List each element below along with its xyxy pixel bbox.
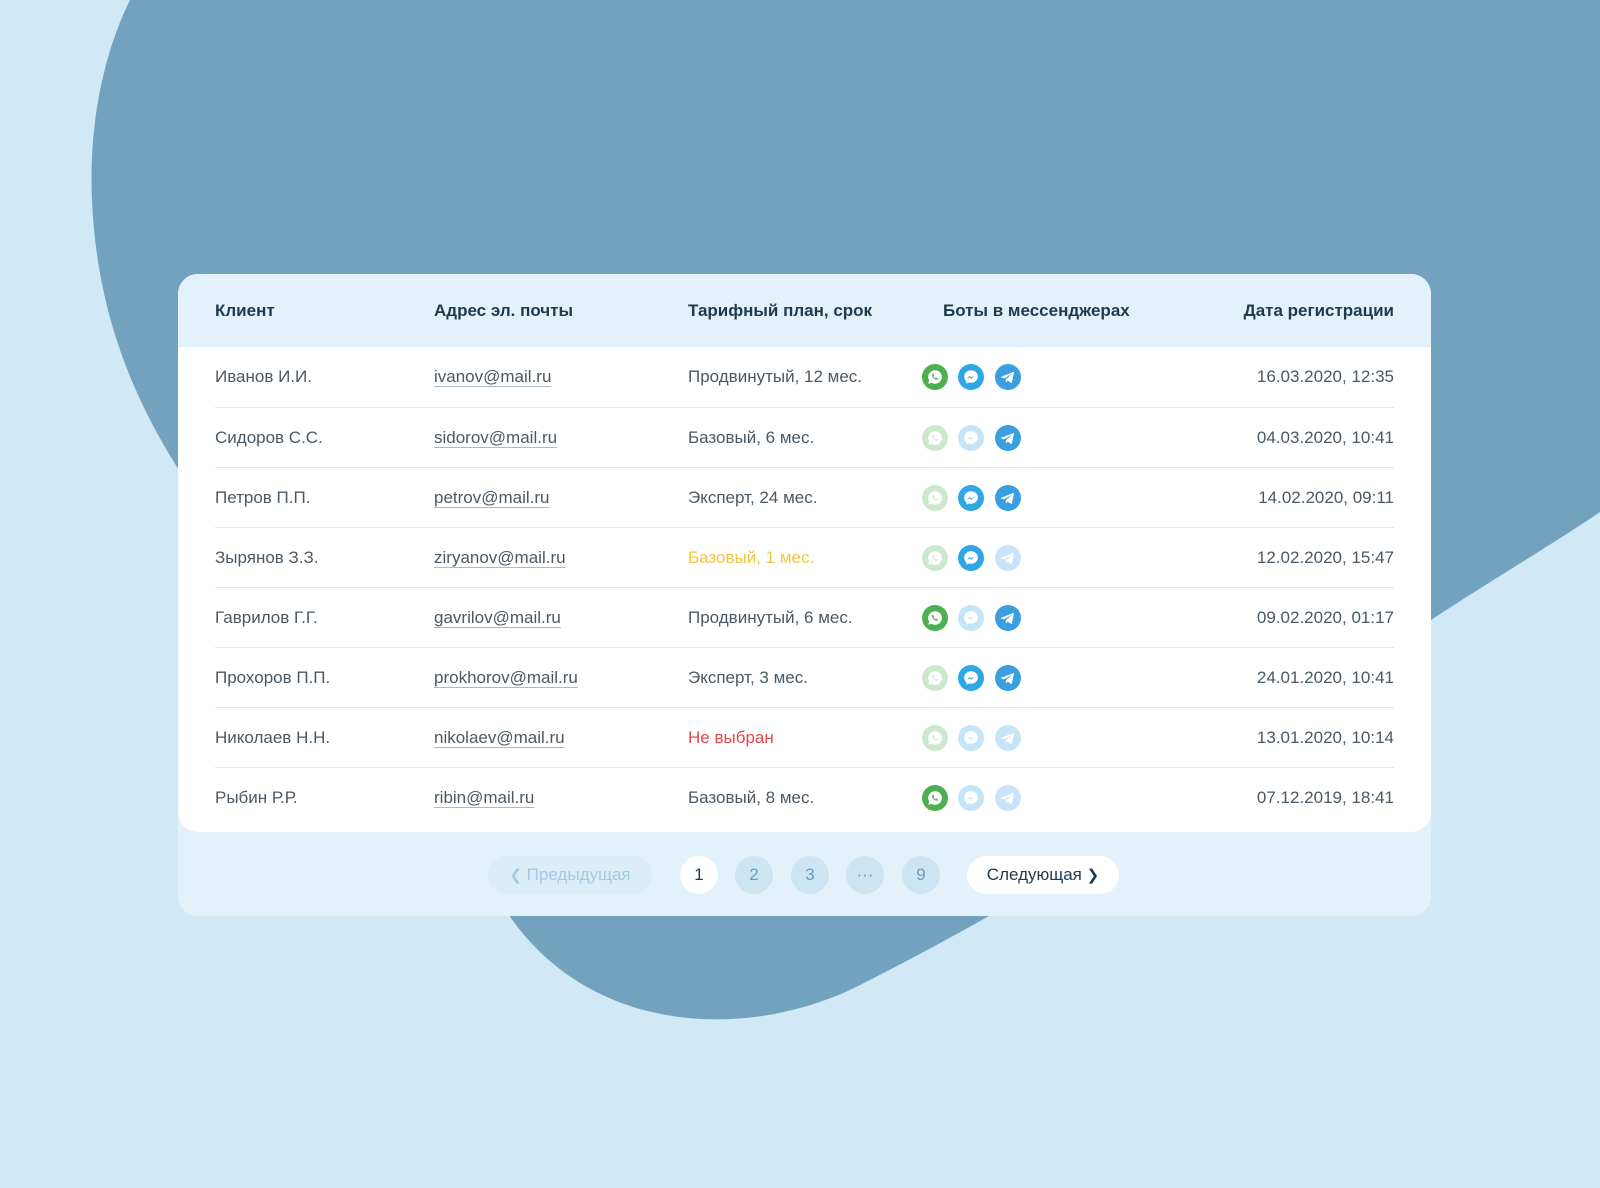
plan-text: Базовый, 8 мес. (688, 788, 815, 807)
clients-table: Клиент Адрес эл. почты Тарифный план, ср… (178, 274, 1431, 832)
whatsapp-icon[interactable] (922, 425, 948, 451)
client-email-link[interactable]: ziryanov@mail.ru (434, 548, 566, 568)
telegram-icon[interactable] (995, 545, 1021, 571)
plan-text: Базовый, 1 мес. (688, 548, 815, 567)
whatsapp-icon[interactable] (922, 665, 948, 691)
client-name: Иванов И.И. (215, 367, 312, 386)
registration-date: 14.02.2020, 09:11 (1258, 488, 1394, 507)
page-button-3[interactable]: 3 (791, 856, 829, 894)
table-row[interactable]: Николаев Н.Н. nikolaev@mail.ru Не выбран 13… (215, 707, 1394, 768)
header-bots[interactable]: Боты в мессенджерах (943, 301, 1130, 321)
registration-date: 13.01.2020, 10:14 (1256, 728, 1394, 747)
plan-text: Продвинутый, 6 мес. (688, 608, 853, 627)
client-name: Зырянов З.З. (215, 548, 319, 567)
table-header: Клиент Адрес эл. почты Тарифный план, ср… (178, 274, 1431, 347)
table-row[interactable]: Зырянов З.З. ziryanov@mail.ru Базовый, 1 м… (215, 527, 1394, 588)
whatsapp-icon[interactable] (922, 485, 948, 511)
header-email[interactable]: Адрес эл. почты (434, 301, 573, 321)
client-email-link[interactable]: prokhorov@mail.ru (434, 668, 578, 688)
telegram-icon[interactable] (995, 425, 1021, 451)
registration-date: 04.03.2020, 10:41 (1256, 428, 1394, 447)
header-plan[interactable]: Тарифный план, срок (688, 301, 872, 321)
telegram-icon[interactable] (995, 785, 1021, 811)
client-name: Петров П.П. (215, 488, 311, 507)
table-row[interactable]: Гаврилов Г.Г. gavrilov@mail.ru Продвинутый… (215, 587, 1394, 648)
chevron-right-icon: ❯ (1086, 867, 1100, 884)
header-date[interactable]: Дата регистрации (1244, 301, 1394, 321)
plan-text: Продвинутый, 12 мес. (688, 367, 863, 386)
header-client[interactable]: Клиент (215, 301, 275, 321)
prev-page-button[interactable]: ❮ Предыдущая (488, 856, 652, 894)
client-email-link[interactable]: nikolaev@mail.ru (434, 728, 565, 748)
table-row[interactable]: Иванов И.И. ivanov@mail.ru Продвинутый, 12… (215, 347, 1394, 407)
whatsapp-icon[interactable] (922, 725, 948, 751)
client-email-link[interactable]: ivanov@mail.ru (434, 367, 551, 387)
table-row[interactable]: Прохоров П.П. prokhorov@mail.ru Эксперт, 3… (215, 647, 1394, 708)
plan-text: Базовый, 6 мес. (688, 428, 815, 447)
page-button-9[interactable]: 9 (902, 856, 940, 894)
messenger-icon[interactable] (958, 785, 984, 811)
prev-page-label: Предыдущая (526, 865, 631, 884)
table-row[interactable]: Рыбин Р.Р. ribin@mail.ru Базовый, 8 мес. 07… (215, 767, 1394, 828)
chevron-left-icon: ❮ (509, 867, 522, 884)
client-email-link[interactable]: sidorov@mail.ru (434, 428, 557, 448)
messenger-icon[interactable] (958, 665, 984, 691)
next-page-label: Следующая (986, 865, 1082, 884)
messenger-icon[interactable] (958, 364, 984, 390)
page-button-2[interactable]: 2 (735, 856, 773, 894)
registration-date: 12.02.2020, 15:47 (1256, 548, 1394, 567)
whatsapp-icon[interactable] (922, 785, 948, 811)
telegram-icon[interactable] (995, 364, 1021, 390)
whatsapp-icon[interactable] (922, 605, 948, 631)
messenger-icon[interactable] (958, 605, 984, 631)
table-row[interactable]: Сидоров С.С. sidorov@mail.ru Базовый, 6 ме… (215, 407, 1394, 468)
client-name: Прохоров П.П. (215, 668, 331, 687)
messenger-icon[interactable] (958, 425, 984, 451)
client-email-link[interactable]: gavrilov@mail.ru (434, 608, 561, 628)
table-row[interactable]: Петров П.П. petrov@mail.ru Эксперт, 24 мес… (215, 467, 1394, 528)
client-name: Гаврилов Г.Г. (215, 608, 318, 627)
registration-date: 16.03.2020, 12:35 (1256, 367, 1394, 386)
registration-date: 07.12.2019, 18:41 (1256, 788, 1394, 807)
client-email-link[interactable]: petrov@mail.ru (434, 488, 550, 508)
plan-text: Не выбран (688, 728, 774, 747)
clients-table-card: Клиент Адрес эл. почты Тарифный план, ср… (178, 274, 1431, 916)
client-email-link[interactable]: ribin@mail.ru (434, 788, 534, 808)
next-page-button[interactable]: Следующая ❯ (967, 856, 1119, 894)
whatsapp-icon[interactable] (922, 545, 948, 571)
pagination: ❮ Предыдущая 1 2 3 ··· 9 Следующая ❯ (178, 856, 1431, 896)
telegram-icon[interactable] (995, 485, 1021, 511)
messenger-icon[interactable] (958, 725, 984, 751)
client-name: Рыбин Р.Р. (215, 788, 298, 807)
registration-date: 09.02.2020, 01:17 (1256, 608, 1394, 627)
client-name: Николаев Н.Н. (215, 728, 331, 747)
messenger-icon[interactable] (958, 485, 984, 511)
client-name: Сидоров С.С. (215, 428, 323, 447)
page-ellipsis[interactable]: ··· (846, 856, 884, 894)
telegram-icon[interactable] (995, 665, 1021, 691)
registration-date: 24.01.2020, 10:41 (1256, 668, 1394, 687)
telegram-icon[interactable] (995, 605, 1021, 631)
whatsapp-icon[interactable] (922, 364, 948, 390)
messenger-icon[interactable] (958, 545, 984, 571)
plan-text: Эксперт, 3 мес. (688, 668, 808, 687)
telegram-icon[interactable] (995, 725, 1021, 751)
page-button-1[interactable]: 1 (680, 856, 718, 894)
plan-text: Эксперт, 24 мес. (688, 488, 818, 507)
